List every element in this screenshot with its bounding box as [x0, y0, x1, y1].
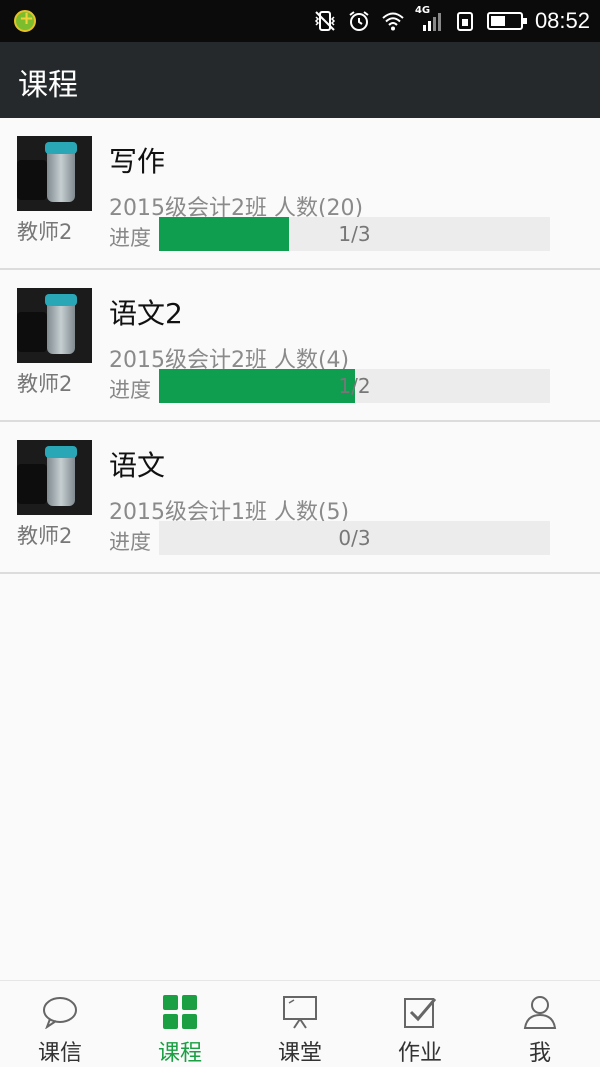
- course-item[interactable]: 教师2 语文 2015级会计1班 人数(5) 进度 0/3: [0, 422, 600, 574]
- nav-label: 作业: [397, 1041, 442, 1066]
- battery-icon: [486, 12, 527, 30]
- header: 课程: [0, 42, 600, 118]
- course-thumbnail: [17, 288, 92, 363]
- nav-label: 课堂: [277, 1041, 322, 1066]
- course-item[interactable]: 教师2 写作 2015级会计2班 人数(20) 进度 1/3: [0, 118, 600, 270]
- progress-text: 1/3: [338, 222, 371, 246]
- grid-icon: [163, 995, 197, 1029]
- nav-tab-homework[interactable]: 作业: [360, 981, 480, 1067]
- course-title: 写作: [109, 145, 166, 178]
- status-bar: 4G 08:52: [0, 0, 600, 42]
- teacher-name: 教师2: [17, 372, 73, 396]
- course-item[interactable]: 教师2 语文2 2015级会计2班 人数(4) 进度 1/2: [0, 270, 600, 422]
- status-icons: 4G 08:52: [313, 5, 590, 36]
- nav-tab-courses[interactable]: 课程: [120, 981, 240, 1067]
- course-thumbnail: [17, 136, 92, 211]
- nav-tab-classroom[interactable]: 课堂: [240, 981, 360, 1067]
- wifi-icon: [382, 12, 404, 31]
- chat-bubble-icon: [43, 997, 77, 1029]
- nav-label: 我: [528, 1041, 551, 1066]
- progress-bar: 1/3: [159, 217, 550, 251]
- app-notification-icon: [14, 8, 36, 32]
- nav-label: 课信: [37, 1041, 82, 1066]
- progress-text: 1/2: [338, 374, 371, 398]
- course-thumbnail: [17, 440, 92, 515]
- status-time: 08:52: [534, 8, 590, 33]
- presentation-board-icon: [283, 996, 317, 1029]
- bottom-nav: 课信 课程 课堂 作业 我: [0, 980, 600, 1067]
- progress-bar: 1/2: [159, 369, 550, 403]
- course-title: 语文: [109, 449, 166, 482]
- progress-text: 0/3: [338, 526, 371, 550]
- progress-label: 进度: [109, 530, 151, 554]
- progress-bar: 0/3: [159, 521, 550, 555]
- cell-signal-icon: 4G: [415, 5, 443, 33]
- sim-card-icon: [456, 12, 473, 31]
- nav-label: 课程: [157, 1041, 202, 1066]
- progress-label: 进度: [109, 226, 151, 250]
- alarm-icon: [349, 11, 369, 31]
- page-title: 课程: [18, 68, 78, 103]
- nav-tab-messages[interactable]: 课信: [0, 981, 120, 1067]
- teacher-name: 教师2: [17, 524, 73, 548]
- course-title: 语文2: [109, 297, 183, 330]
- vibrate-icon: [314, 11, 335, 31]
- user-icon: [523, 996, 557, 1029]
- checkbox-edit-icon: [404, 998, 437, 1028]
- course-list: 教师2 写作 2015级会计2班 人数(20) 进度 1/3 教师2 语文2 2…: [0, 118, 600, 574]
- nav-tab-me[interactable]: 我: [480, 981, 600, 1067]
- progress-label: 进度: [109, 378, 151, 402]
- teacher-name: 教师2: [17, 220, 73, 244]
